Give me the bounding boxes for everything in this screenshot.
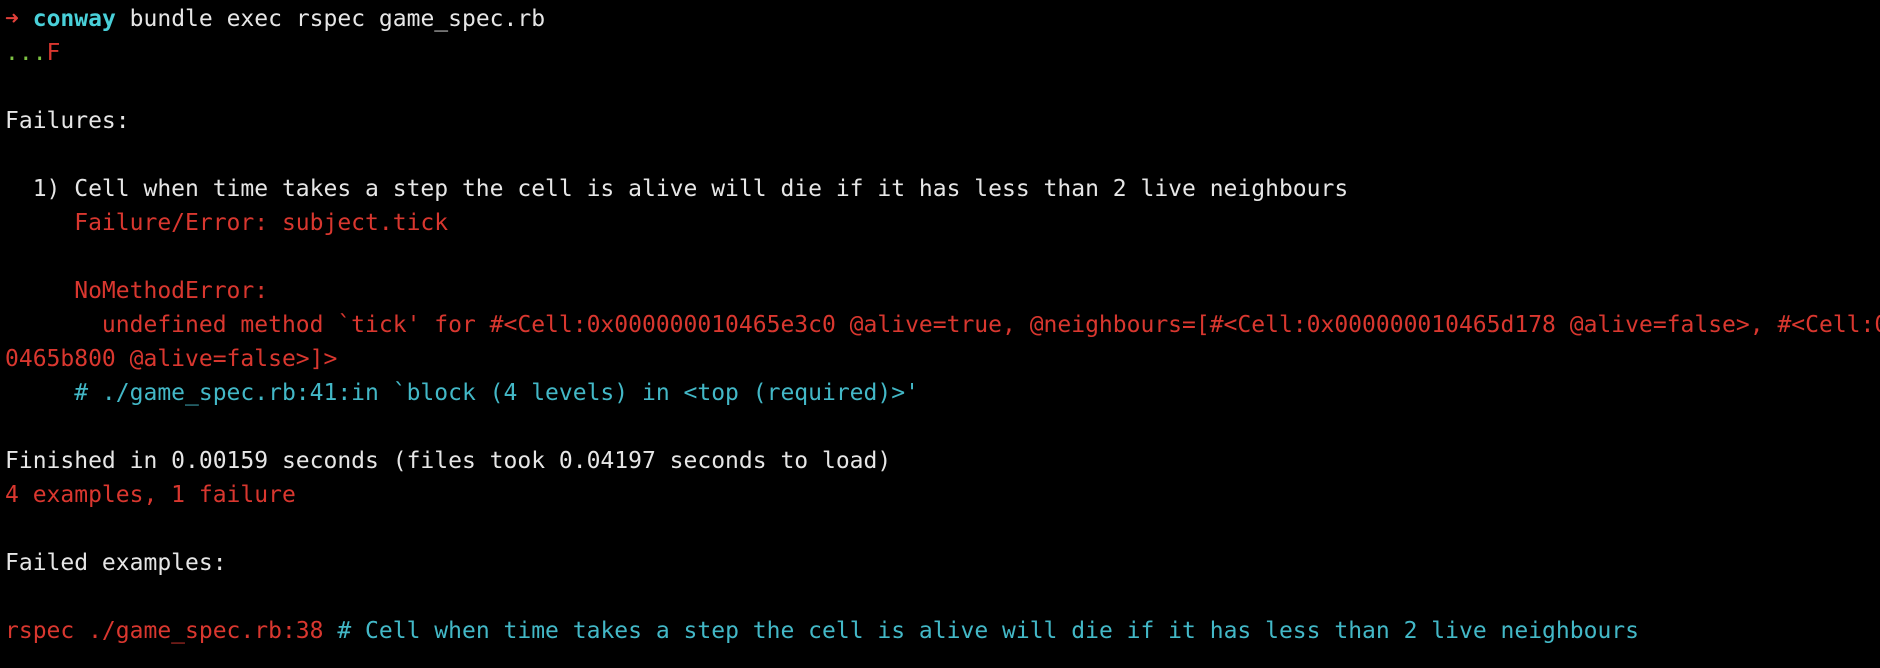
backtrace-line: # ./game_spec.rb:41:in `block (4 levels)… (5, 380, 919, 406)
failure-error-line: Failure/Error: subject.tick (5, 210, 449, 236)
finished-timing-line: Finished in 0.00159 seconds (files took … (5, 448, 892, 474)
failed-marker: F (46, 40, 61, 66)
command-text: bundle exec rspec game_spec.rb (115, 6, 546, 32)
error-class-line: NoMethodError: (5, 278, 269, 304)
command-prompt-line: ➜ conway bundle exec rspec game_spec.rb (5, 2, 1880, 36)
terminal-window[interactable]: ➜ conway bundle exec rspec game_spec.rb … (0, 0, 1880, 668)
prompt-arrow-icon: ➜ (5, 6, 19, 32)
failed-examples-heading: Failed examples: (5, 550, 227, 576)
error-message-line: undefined method `tick' for #<Cell:0x000… (5, 312, 1880, 338)
failure-title: 1) Cell when time takes a step the cell … (5, 176, 1349, 202)
examples-summary-line: 4 examples, 1 failure (5, 482, 296, 508)
passed-dots: ... (5, 40, 47, 66)
test-progress-line: ...F (5, 36, 1880, 70)
current-directory: conway (32, 6, 116, 32)
rerun-comment: # Cell when time takes a step the cell i… (323, 618, 1639, 644)
rerun-command[interactable]: rspec ./game_spec.rb:38 (5, 618, 324, 644)
failures-heading: Failures: (5, 108, 130, 134)
error-message-wrap-line: 0465b800 @alive=false>]> (5, 346, 338, 372)
failed-example-rerun-line: rspec ./game_spec.rb:38 # Cell when time… (5, 614, 1880, 648)
